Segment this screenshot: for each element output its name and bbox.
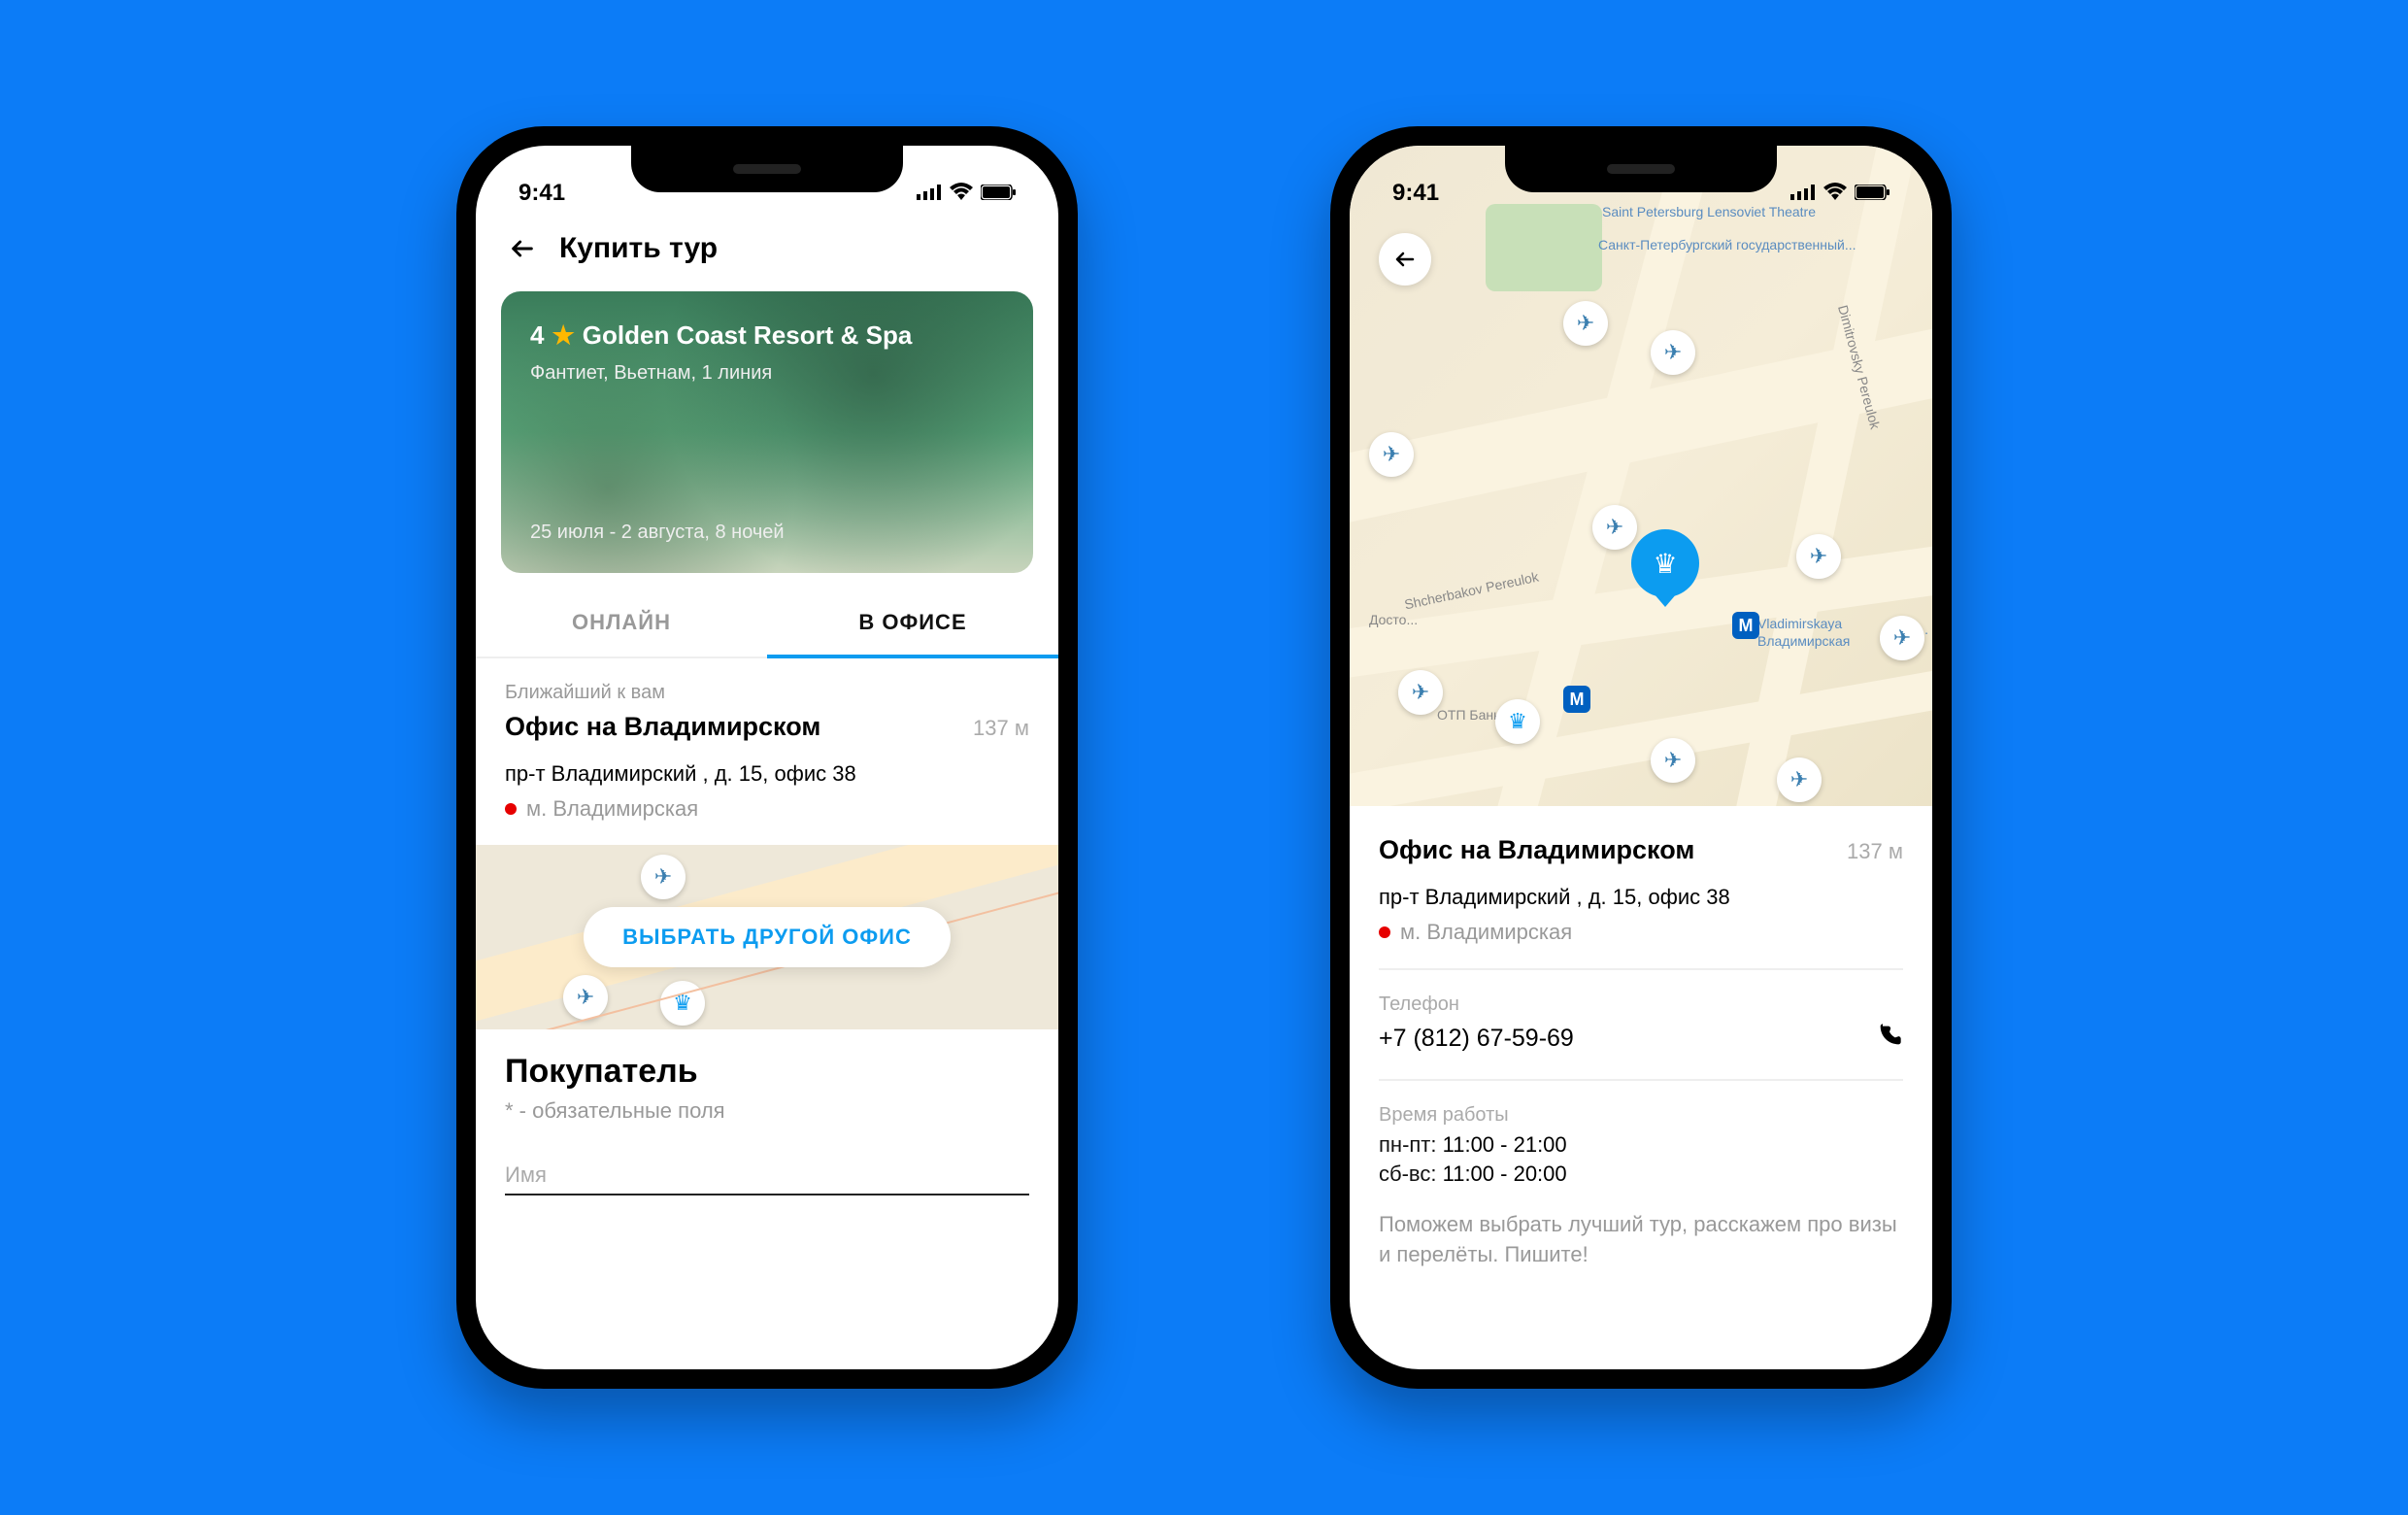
map-marker-crown-icon <box>660 981 705 1026</box>
park-area <box>1486 204 1602 291</box>
tour-location: Фантиет, Вьетнам, 1 линия <box>530 362 1004 385</box>
office-name: Офис на Владимирском <box>1379 835 1694 865</box>
map-marker-icon[interactable] <box>1651 738 1695 783</box>
phone-icon <box>1876 1022 1903 1049</box>
status-icons <box>917 180 1016 207</box>
signal-icon <box>1790 180 1816 207</box>
phone-number[interactable]: +7 (812) 67-59-69 <box>1379 1025 1574 1053</box>
map-marker-icon[interactable] <box>1880 616 1924 660</box>
office-name: Офис на Владимирском <box>505 712 820 742</box>
choose-other-office-button[interactable]: ВЫБРАТЬ ДРУГОЙ ОФИС <box>584 907 951 967</box>
phone-frame-2: 9:41 Saint Pete <box>1330 126 1952 1389</box>
buyer-title: Покупатель <box>505 1053 1029 1091</box>
back-button[interactable] <box>1379 233 1431 286</box>
map-marker-icon[interactable] <box>1796 534 1841 579</box>
screen-2: 9:41 Saint Pete <box>1350 146 1932 1369</box>
screen-1: 9:41 Купить тур 4 <box>476 146 1058 1369</box>
tour-rating: 4 <box>530 320 544 351</box>
status-icons <box>1790 180 1890 207</box>
map-label-theatre-ru: Санкт-Петербургский государственный... <box>1598 237 1856 252</box>
battery-icon <box>981 180 1016 207</box>
phone-label: Телефон <box>1379 993 1903 1016</box>
metro-dot-icon <box>505 803 517 815</box>
metro-row: м. Владимирская <box>505 796 1029 822</box>
metro-row: м. Владимирская <box>1379 920 1903 945</box>
map-preview[interactable]: ВЫБРАТЬ ДРУГОЙ ОФИС <box>476 845 1058 1029</box>
name-label: Имя <box>505 1162 1029 1188</box>
map-label-dosto: Досто... <box>1369 612 1418 627</box>
divider <box>1379 968 1903 970</box>
map-label-bank: ОТП Банк <box>1437 707 1499 723</box>
tab-office[interactable]: В ОФИСЕ <box>767 590 1058 658</box>
map-marker-icon[interactable] <box>1592 505 1637 550</box>
arrow-left-icon <box>1393 248 1417 271</box>
metro-station-icon: M <box>1732 612 1759 639</box>
office-distance: 137 м <box>973 716 1029 741</box>
map-marker-icon[interactable] <box>1651 330 1695 375</box>
office-address: пр-т Владимирский , д. 15, офис 38 <box>505 761 1029 787</box>
metro-name: м. Владимирская <box>526 796 698 822</box>
battery-icon <box>1855 180 1890 207</box>
required-note: * - обязательные поля <box>505 1098 1029 1124</box>
wifi-icon <box>1823 180 1847 207</box>
phone-row: +7 (812) 67-59-69 <box>1379 1022 1903 1056</box>
map-marker-icon <box>641 855 686 899</box>
tour-name: Golden Coast Resort & Spa <box>583 320 913 351</box>
map-label-vlad: Vladimirskaya <box>1757 616 1842 631</box>
back-button[interactable] <box>505 231 540 266</box>
status-time: 9:41 <box>518 180 565 207</box>
notch <box>631 146 903 192</box>
phone-frame-1: 9:41 Купить тур 4 <box>456 126 1078 1389</box>
selected-location-pin[interactable] <box>1631 529 1699 597</box>
call-button[interactable] <box>1876 1022 1903 1056</box>
page-title: Купить тур <box>559 232 718 265</box>
header: Купить тур <box>476 214 1058 284</box>
map-marker-icon[interactable] <box>1563 301 1608 346</box>
map-full[interactable]: Saint Petersburg Lensoviet Theatre Санкт… <box>1350 146 1932 806</box>
tab-online[interactable]: ОНЛАЙН <box>476 590 767 656</box>
office-distance: 137 м <box>1847 839 1903 864</box>
tour-dates: 25 июля - 2 августа, 8 ночей <box>530 522 1004 544</box>
notch <box>1505 146 1777 192</box>
tabs: ОНЛАЙН В ОФИСЕ <box>476 590 1058 658</box>
metro-name: м. Владимирская <box>1400 920 1572 945</box>
buyer-section: Покупатель * - обязательные поля Имя <box>476 1029 1058 1219</box>
map-marker-icon <box>563 975 608 1020</box>
hours-weekday: пн-пт: 11:00 - 21:00 <box>1379 1132 1903 1158</box>
office-section: Ближайший к вам Офис на Владимирском 137… <box>476 658 1058 845</box>
map-label-vlad-ru: Владимирская <box>1757 633 1850 649</box>
map-marker-crown-icon[interactable] <box>1495 699 1540 744</box>
wifi-icon <box>950 180 973 207</box>
arrow-left-icon <box>509 235 536 262</box>
map-marker-icon[interactable] <box>1398 670 1443 715</box>
map-marker-icon[interactable] <box>1777 758 1822 802</box>
tour-card[interactable]: 4 ★ Golden Coast Resort & Spa Фантиет, В… <box>501 291 1033 573</box>
tour-title: 4 ★ Golden Coast Resort & Spa <box>530 320 1004 351</box>
office-address: пр-т Владимирский , д. 15, офис 38 <box>1379 885 1903 910</box>
metro-dot-icon <box>1379 926 1390 938</box>
star-icon: ★ <box>552 320 574 351</box>
metro-station-icon: M <box>1563 686 1590 713</box>
name-input[interactable] <box>505 1194 1029 1195</box>
nearest-caption: Ближайший к вам <box>505 682 1029 704</box>
signal-icon <box>917 180 942 207</box>
help-text: Поможем выбрать лучший тур, расскажем пр… <box>1379 1210 1903 1270</box>
map-marker-icon[interactable] <box>1369 432 1414 477</box>
divider <box>1379 1079 1903 1081</box>
office-details: Офис на Владимирском 137 м пр-т Владимир… <box>1350 806 1932 1299</box>
hours-label: Время работы <box>1379 1104 1903 1127</box>
hours-weekend: сб-вс: 11:00 - 20:00 <box>1379 1162 1903 1187</box>
status-time: 9:41 <box>1392 180 1439 207</box>
